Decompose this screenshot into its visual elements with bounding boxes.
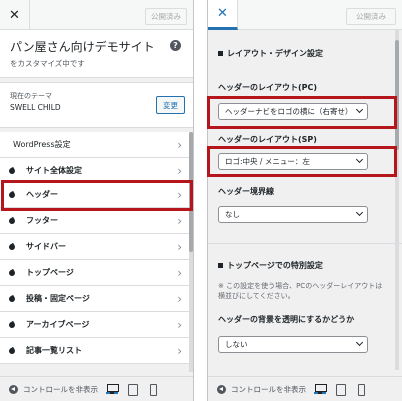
chevron-right-icon: › [177,164,182,178]
section-layout-design: レイアウト・デザイン設定 [208,40,402,68]
collapse-arrow-icon[interactable] [217,384,226,394]
swell-leaf-icon [7,166,17,176]
swell-leaf-icon [7,216,17,226]
scrollbar-thumb[interactable] [395,40,399,150]
desktop-preview-icon[interactable] [314,384,327,394]
select-value: しない [225,340,248,349]
customizer-top-bar: ✕ 公開済み [208,0,402,30]
mobile-preview-icon[interactable] [146,384,158,396]
menu-item-sidebar[interactable]: サイドバー › [0,234,193,260]
menu-item-post-list[interactable]: 記事一覧リスト › [0,338,193,364]
site-title: パン屋さん向けデモサイト [10,40,155,54]
highlight-box-pc-layout [207,96,397,129]
chevron-right-icon: › [177,292,182,306]
chevron-right-icon: › [177,318,182,332]
help-icon[interactable]: ? [170,40,181,51]
mobile-preview-icon[interactable] [354,384,366,396]
customizer-footer-bar: コントロールを非表示 [0,376,193,401]
hide-controls-button[interactable]: コントロールを非表示 [23,384,98,395]
header-border-select[interactable]: なし [218,206,368,223]
transparent-header-label: ヘッダーの背景を透明にするかどうか [218,315,355,324]
swell-leaf-icon [7,294,17,304]
menu-item-footer[interactable]: フッター › [0,208,193,234]
chevron-right-icon: › [177,240,182,254]
hide-controls-button[interactable]: コントロールを非表示 [231,384,306,395]
chevron-down-icon [355,338,364,347]
section-title: レイアウト・デザイン設定 [227,49,323,58]
site-info-header: パン屋さん向けデモサイト をカスタマイズ中です ? [0,30,193,78]
chevron-right-icon: › [177,138,182,152]
close-customizer-button[interactable]: ✕ [0,0,30,30]
menu-item-wordpress-settings[interactable]: WordPress設定 › [0,132,193,158]
tablet-preview-icon[interactable] [334,384,346,396]
customizer-panel-header: ✕ 公開済み レイアウト・デザイン設定 ヘッダーのレイアウト(PC) ヘッダーナ… [207,0,402,401]
desktop-preview-icon[interactable] [106,384,119,394]
menu-item-archive-pages[interactable]: アーカイブページ › [0,312,193,338]
highlight-box-header-item [1,180,193,211]
square-bullet-icon [218,51,223,56]
chevron-right-icon: › [177,214,182,228]
swell-leaf-icon [7,320,17,330]
menu-item-label: フッター [26,216,58,225]
header-border-label: ヘッダー境界線 [218,187,274,196]
menu-item-label: トップページ [26,268,74,277]
menu-item-label: WordPress設定 [13,140,71,149]
square-bullet-icon [218,263,223,268]
active-theme-section: 現在のテーマ SWELL CHILD 変更 [0,82,193,128]
customizing-subtitle: をカスタマイズ中です [10,59,85,68]
menu-item-label: アーカイブページ [26,320,90,329]
pc-layout-label: ヘッダーのレイアウト(PC) [218,83,318,92]
menu-item-top-page[interactable]: トップページ › [0,260,193,286]
section-divider [208,243,402,244]
menu-item-label: サイト全体設定 [26,166,82,175]
select-value: なし [225,210,240,219]
menu-item-label: 投稿・固定ページ [26,294,90,303]
publish-button[interactable]: 公開済み [145,8,187,25]
transparent-header-select[interactable]: しない [218,336,368,353]
menu-item-label: サイドバー [26,242,66,251]
section-top-page-special: トップページでの特別設定 [208,252,402,280]
change-theme-button[interactable]: 変更 [156,96,185,114]
chevron-right-icon: › [177,344,182,358]
highlight-box-sp-layout [207,146,397,177]
swell-leaf-icon [7,346,17,356]
chevron-down-icon [355,208,364,217]
chevron-right-icon: › [177,266,182,280]
section-title: トップページでの特別設定 [227,261,323,270]
back-button[interactable]: ✕ [208,0,238,30]
swell-leaf-icon [7,242,17,252]
menu-item-label: 記事一覧リスト [26,346,82,355]
sp-layout-label: ヘッダーのレイアウト(SP) [218,135,317,144]
layout-note: ※ この設定を使う場合、PCのヘッダーレイアウトは横並びにしてください。 [218,282,383,300]
customizer-top-bar: ✕ 公開済み [0,0,193,30]
customizer-footer-bar: コントロールを非表示 [208,376,402,401]
swell-leaf-icon [7,268,17,278]
tablet-preview-icon[interactable] [126,384,138,396]
publish-button[interactable]: 公開済み [346,8,396,25]
collapse-arrow-icon[interactable] [9,384,18,394]
menu-item-posts-pages[interactable]: 投稿・固定ページ › [0,286,193,312]
